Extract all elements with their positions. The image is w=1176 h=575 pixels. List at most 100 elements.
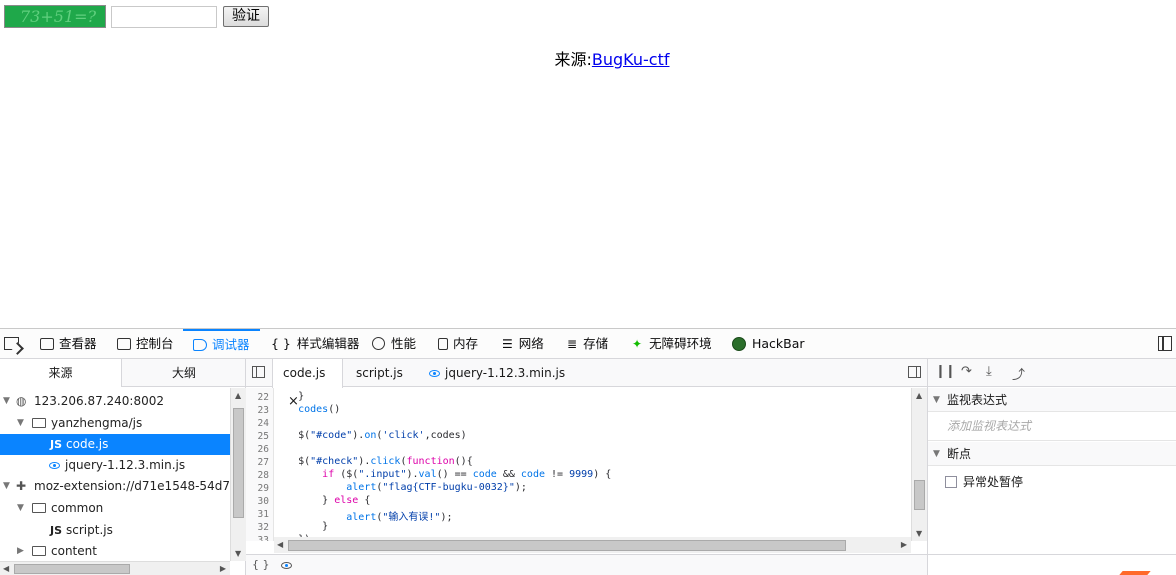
devtools-panel: 查看器 控制台 调试器 { } 样式编辑器 性能 内存 ☰ 网络 ≣ 存储 ✦ 无障碍环… bbox=[0, 328, 1176, 575]
tab-performance[interactable]: 性能 bbox=[372, 329, 416, 358]
captcha-code-input[interactable] bbox=[111, 6, 217, 28]
pause-icon[interactable]: ❙❙ bbox=[935, 364, 956, 379]
add-watch-expression-input[interactable]: 添加监视表达式 bbox=[928, 412, 1176, 441]
step-out-icon[interactable]: ⤴ bbox=[1012, 364, 1025, 383]
line-number-gutter: 22 23 24 25 26 27 28 29 30 31 32 33 bbox=[246, 388, 274, 541]
line-number: 27 bbox=[257, 457, 269, 468]
line-number: 33 bbox=[257, 535, 269, 541]
sources-vertical-scrollbar[interactable]: ▲ ▼ bbox=[230, 388, 246, 561]
tab-inspector[interactable]: 查看器 bbox=[40, 329, 97, 358]
tab-console[interactable]: 控制台 bbox=[117, 329, 174, 358]
editor-tab-code-js[interactable]: code.js × bbox=[272, 359, 343, 409]
editor-vertical-scrollbar[interactable]: ▲ ▼ bbox=[911, 388, 927, 541]
editor-tab-script-js[interactable]: script.js bbox=[356, 359, 403, 387]
element-picker-icon[interactable] bbox=[4, 337, 19, 350]
source-label: 来源: bbox=[554, 50, 592, 69]
source-link[interactable]: BugKu-ctf bbox=[592, 50, 670, 69]
editor-footer: { } bbox=[246, 554, 927, 575]
tab-label: 网络 bbox=[518, 336, 544, 351]
tree-item-label: common bbox=[51, 501, 104, 515]
tab-label: 内存 bbox=[453, 336, 479, 351]
tab-debugger[interactable]: 调试器 bbox=[183, 329, 260, 358]
tree-item-file[interactable]: jquery-1.12.3.min.js bbox=[0, 455, 230, 476]
captcha-image[interactable]: 73+51=? bbox=[4, 5, 106, 28]
tab-label: 控制台 bbox=[136, 336, 174, 351]
tree-item-extension[interactable]: ▼ ✚ moz-extension://d71e1548-54d7-4db bbox=[0, 476, 230, 497]
folder-icon bbox=[32, 546, 46, 556]
inspector-icon bbox=[40, 338, 54, 350]
extension-puzzle-icon: ✚ bbox=[16, 479, 27, 493]
memory-icon bbox=[438, 338, 448, 350]
style-editor-icon: { } bbox=[271, 336, 291, 351]
tree-item-label: yanzhengma/js bbox=[51, 416, 143, 430]
tab-sources[interactable]: 来源 bbox=[0, 359, 122, 387]
line-number: 31 bbox=[257, 509, 269, 520]
tab-network[interactable]: ☰ 网络 bbox=[502, 329, 544, 358]
sources-panel: 来源 大纲 ▼ ◍ 123.206.87.240:8002 ▼ yanzheng… bbox=[0, 359, 246, 575]
toggle-sources-pane-icon[interactable] bbox=[252, 366, 265, 378]
debugger-icon bbox=[193, 339, 207, 351]
line-number: 29 bbox=[257, 483, 269, 494]
orange-accent-mark bbox=[1119, 571, 1151, 575]
line-number: 25 bbox=[257, 431, 269, 442]
toggle-debugger-pane-icon[interactable] bbox=[908, 366, 921, 378]
editor-tab-jquery[interactable]: jquery-1.12.3.min.js bbox=[429, 359, 565, 387]
pause-on-exceptions-option[interactable]: 异常处暂停 bbox=[945, 475, 1023, 489]
tab-memory[interactable]: 内存 bbox=[438, 329, 478, 358]
editor-horizontal-scrollbar[interactable]: ◀ ▶ bbox=[274, 537, 911, 553]
debugger-controls: ❙❙ ↷ ⤓ ⤴ bbox=[928, 359, 1176, 387]
step-in-icon[interactable]: ⤓ bbox=[986, 364, 992, 379]
tree-item-file[interactable]: JS script.js bbox=[0, 520, 230, 541]
tree-item-label: 123.206.87.240:8002 bbox=[34, 394, 165, 408]
verify-button[interactable]: 验证 bbox=[223, 6, 269, 27]
editor-tab-label: code.js bbox=[283, 366, 326, 380]
code-line: $("#code").on('click',codes) bbox=[274, 430, 467, 441]
section-title: 监视表达式 bbox=[947, 393, 1008, 407]
breakpoints-header[interactable]: ▼ 断点 bbox=[928, 442, 1176, 466]
source-line: 来源:BugKu-ctf bbox=[0, 46, 1176, 70]
tree-item-label: content bbox=[51, 544, 97, 558]
line-number: 32 bbox=[257, 522, 269, 533]
line-number: 23 bbox=[257, 405, 269, 416]
step-over-icon[interactable]: ↷ bbox=[961, 364, 972, 379]
tree-item-label: script.js bbox=[66, 523, 113, 537]
tab-label: 查看器 bbox=[59, 336, 97, 351]
pause-on-exceptions-checkbox[interactable] bbox=[945, 476, 957, 488]
pretty-print-eye-icon bbox=[49, 462, 60, 469]
sources-horizontal-scrollbar[interactable]: ◀ ▶ bbox=[0, 561, 230, 575]
tree-item-file[interactable]: JS code.js bbox=[0, 434, 230, 455]
folder-icon bbox=[32, 503, 46, 513]
code-line: alert("flag{CTF-bugku-0032}"); bbox=[346, 482, 527, 493]
tree-item-folder[interactable]: ▼ yanzhengma/js bbox=[0, 413, 230, 434]
storage-icon: ≣ bbox=[567, 337, 578, 351]
code-editor: code.js × script.js jquery-1.12.3.min.js… bbox=[246, 359, 927, 575]
network-icon: ☰ bbox=[502, 337, 513, 351]
tab-label: 样式编辑器 bbox=[296, 336, 360, 351]
sidebar-footer bbox=[928, 554, 1176, 575]
option-label: 异常处暂停 bbox=[963, 475, 1024, 489]
tab-outline[interactable]: 大纲 bbox=[122, 359, 246, 387]
sources-tabs: 来源 大纲 bbox=[0, 359, 245, 387]
tree-item-host[interactable]: ▼ ◍ 123.206.87.240:8002 bbox=[0, 391, 230, 412]
code-content[interactable]: } codes() $("#code").on('click',codes) $… bbox=[274, 388, 911, 541]
tab-hackbar[interactable]: HackBar bbox=[732, 329, 805, 358]
blackbox-eye-icon[interactable] bbox=[281, 562, 292, 569]
line-number: 22 bbox=[257, 392, 269, 403]
tab-storage[interactable]: ≣ 存储 bbox=[567, 329, 608, 358]
tree-item-folder[interactable]: ▶ content bbox=[0, 541, 230, 561]
tab-style-editor[interactable]: { } 样式编辑器 bbox=[271, 329, 359, 358]
tab-label: 存储 bbox=[583, 336, 609, 351]
tree-item-label: moz-extension://d71e1548-54d7-4db bbox=[34, 479, 230, 493]
tree-item-folder[interactable]: ▼ common bbox=[0, 498, 230, 519]
watch-expressions-header[interactable]: ▼ 监视表达式 bbox=[928, 388, 1176, 412]
tab-accessibility[interactable]: ✦ 无障碍环境 bbox=[632, 329, 712, 358]
js-file-icon: JS bbox=[50, 438, 63, 451]
line-number: 30 bbox=[257, 496, 269, 507]
tree-item-label: code.js bbox=[66, 437, 109, 451]
dock-side-icon[interactable] bbox=[1158, 336, 1172, 351]
code-line: $("#check").click(function(){ bbox=[274, 456, 473, 467]
pretty-print-button[interactable]: { } bbox=[252, 558, 270, 571]
code-line: } else { bbox=[274, 495, 371, 506]
devtools-toolbar: 查看器 控制台 调试器 { } 样式编辑器 性能 内存 ☰ 网络 ≣ 存储 ✦ 无障碍环… bbox=[0, 329, 1176, 359]
js-file-icon: JS bbox=[50, 524, 63, 537]
